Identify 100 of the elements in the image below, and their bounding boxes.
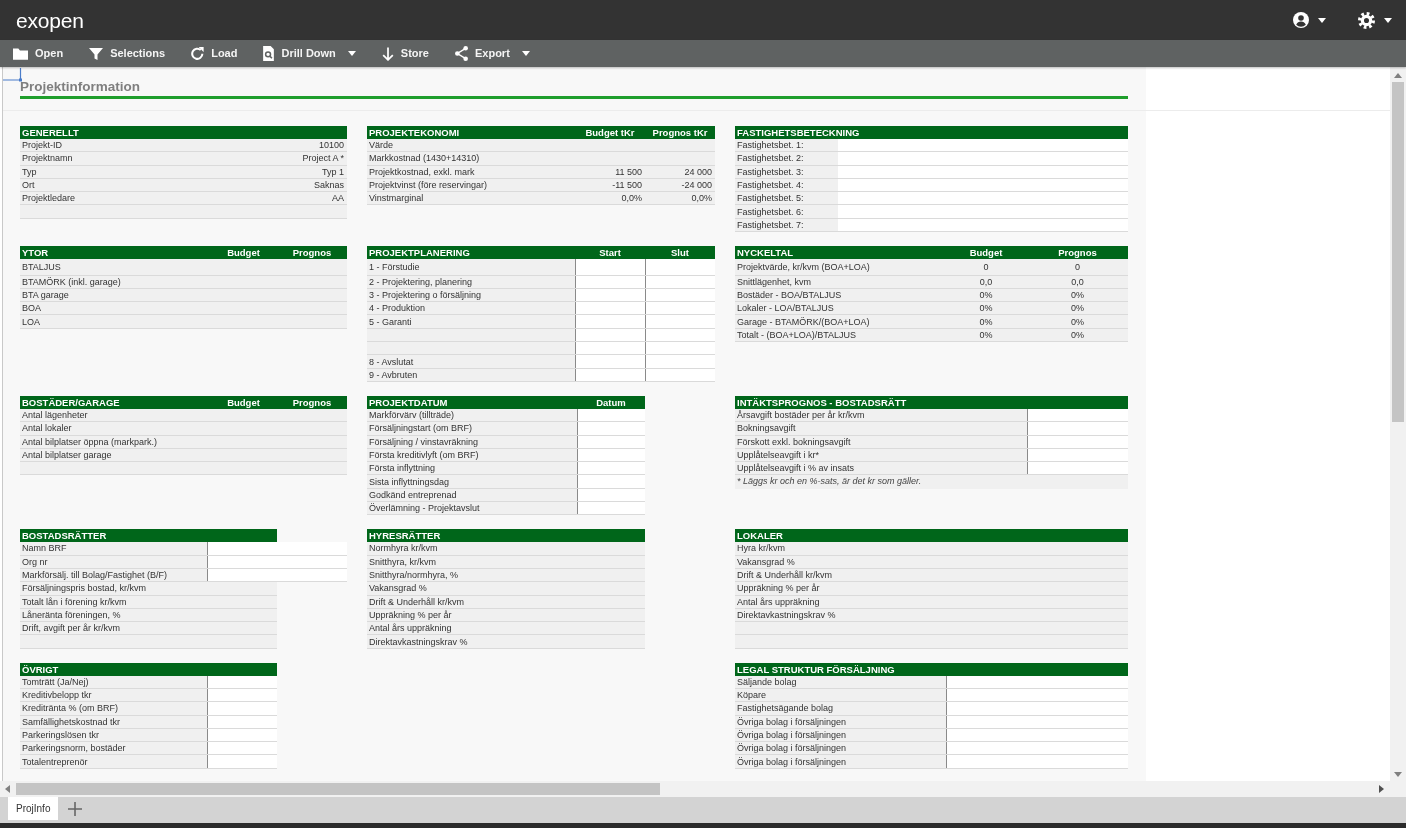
field-label: 2 - Projektering, planering [369, 275, 473, 288]
field-label: Lokaler - LOA/BTALJUS [737, 302, 834, 315]
field-label: BTALJUS [22, 260, 61, 273]
field-value: -11 500 [612, 179, 642, 192]
field-label: 3 - Projektering o försäljning [369, 289, 482, 301]
column-header: Budget [227, 396, 260, 408]
column-header: Start [599, 247, 621, 259]
section-title: NYCKELTAL [737, 247, 794, 259]
field-value: -24 000 [681, 179, 712, 192]
field-label: Antal bilplatser garage [22, 449, 112, 461]
field-label: Förskott exkl. bokningsavgift [737, 435, 851, 448]
section-title: PROJEKTPLANERING [369, 247, 470, 259]
field-label: Drift, avgift per år kr/kvm [22, 622, 120, 635]
app-logo: exopen [16, 9, 84, 31]
settings-menu-button[interactable] [1358, 10, 1392, 30]
input-field[interactable] [577, 475, 645, 488]
input-field[interactable] [838, 139, 1128, 152]
scrollbar-thumb[interactable] [16, 783, 660, 795]
document-search-icon [263, 46, 275, 61]
input-field[interactable] [946, 755, 1128, 768]
toolbar-button[interactable]: Load [178, 40, 251, 67]
input-field[interactable] [575, 302, 645, 315]
input-field[interactable] [645, 355, 715, 368]
scroll-down-icon[interactable] [1394, 772, 1402, 777]
input-field[interactable] [575, 259, 645, 275]
toolbar-button[interactable]: Selections [76, 40, 179, 67]
caret-icon [1384, 17, 1392, 23]
field-label: Bostäder - BOA/BTALJUS [737, 289, 842, 301]
field-label: Markförsälj. till Bolag/Fastighet (B/F) [22, 569, 168, 582]
input-field[interactable] [577, 422, 645, 435]
field-label: Första kreditivlyft (om BRF) [369, 449, 479, 461]
field-label: Övriga bolag i försäljningen [737, 715, 847, 728]
sheet-tab[interactable]: ProjInfo [8, 797, 59, 820]
input-field[interactable] [577, 462, 645, 475]
field-label: LOA [22, 315, 40, 328]
field-label: Fastighetsbet. 2: [737, 152, 804, 165]
user-icon [1293, 12, 1309, 28]
input-field[interactable] [946, 742, 1128, 755]
input-field[interactable] [207, 755, 277, 768]
field-label: Projektledare [22, 192, 76, 205]
input-field[interactable] [1027, 462, 1128, 475]
section-title: LEGAL STRUKTUR FÖRSÄLJNING [737, 663, 895, 675]
input-field[interactable] [838, 192, 1128, 205]
field-label: Direktavkastningskrav % [369, 635, 468, 648]
field-value: 0% [1071, 289, 1084, 301]
field-label: Normhyra kr/kvm [369, 542, 438, 555]
field-value: 0% [1071, 328, 1084, 341]
refresh-icon [191, 47, 205, 60]
field-label: Antal års uppräkning [737, 595, 820, 608]
field-label: 5 - Garanti [369, 315, 412, 328]
scroll-up-icon[interactable] [1394, 73, 1402, 78]
input-field[interactable] [645, 342, 715, 355]
input-field[interactable] [946, 689, 1128, 702]
scroll-left-icon[interactable] [5, 785, 10, 793]
scrollbar-thumb[interactable] [1392, 82, 1404, 422]
column-header: Budget [227, 247, 260, 259]
input-field[interactable] [575, 315, 645, 328]
column-header: Prognos [1058, 247, 1097, 259]
input-field[interactable] [645, 302, 715, 315]
input-field[interactable] [207, 542, 347, 555]
input-field[interactable] [207, 689, 277, 702]
input-field[interactable] [207, 742, 277, 755]
field-label: Årsavgift bostäder per år kr/kvm [737, 409, 865, 422]
input-field[interactable] [577, 502, 645, 515]
input-field[interactable] [207, 702, 277, 715]
field-label: Övriga bolag i försäljningen [737, 755, 847, 768]
field-label: Vakansgrad % [737, 555, 795, 568]
input-field[interactable] [946, 702, 1128, 715]
field-label: Upplåtelseavgift i kr* [737, 449, 820, 461]
input-field[interactable] [575, 355, 645, 368]
cell-selection-icon [3, 67, 23, 82]
section-title: FASTIGHETSBETECKNING [737, 127, 860, 138]
input-field[interactable] [838, 152, 1128, 165]
field-label: Försäljning / vinstavräkning [369, 435, 479, 448]
field-label: Totalentreprenör [22, 755, 88, 768]
input-field[interactable] [1027, 422, 1128, 435]
field-label: Antal års uppräkning [369, 622, 452, 635]
toolbar-button[interactable]: Drill Down [250, 40, 369, 67]
field-label: Uppräkning % per år [369, 608, 452, 621]
input-field[interactable] [645, 259, 715, 275]
account-menu-button[interactable] [1293, 10, 1326, 30]
input-field[interactable] [838, 205, 1128, 218]
field-label: Fastighetsbet. 1: [737, 139, 804, 152]
field-label: 9 - Avbruten [369, 368, 418, 381]
field-label: Vinstmarginal [369, 192, 424, 205]
input-field[interactable] [575, 342, 645, 355]
field-label: Fastighetsbet. 3: [737, 165, 804, 178]
field-label: Drift & Underhåll kr/kvm [369, 595, 465, 608]
field-label: Drift & Underhåll kr/kvm [737, 569, 833, 582]
field-value: 0% [979, 328, 993, 341]
toolbar-button[interactable]: Export [441, 40, 543, 67]
toolbar-button[interactable]: Store [368, 40, 442, 67]
field-label: Totalt lån i förening kr/kvm [22, 595, 127, 608]
toolbar-button[interactable]: Open [0, 40, 77, 67]
input-field[interactable] [645, 315, 715, 328]
field-label: Vakansgrad % [369, 582, 427, 595]
column-header: Slut [671, 247, 689, 259]
field-label: Fastighetsbet. 6: [737, 205, 804, 218]
scroll-right-icon[interactable] [1379, 785, 1384, 793]
field-label: BTAMÖRK (inkl. garage) [22, 275, 121, 288]
